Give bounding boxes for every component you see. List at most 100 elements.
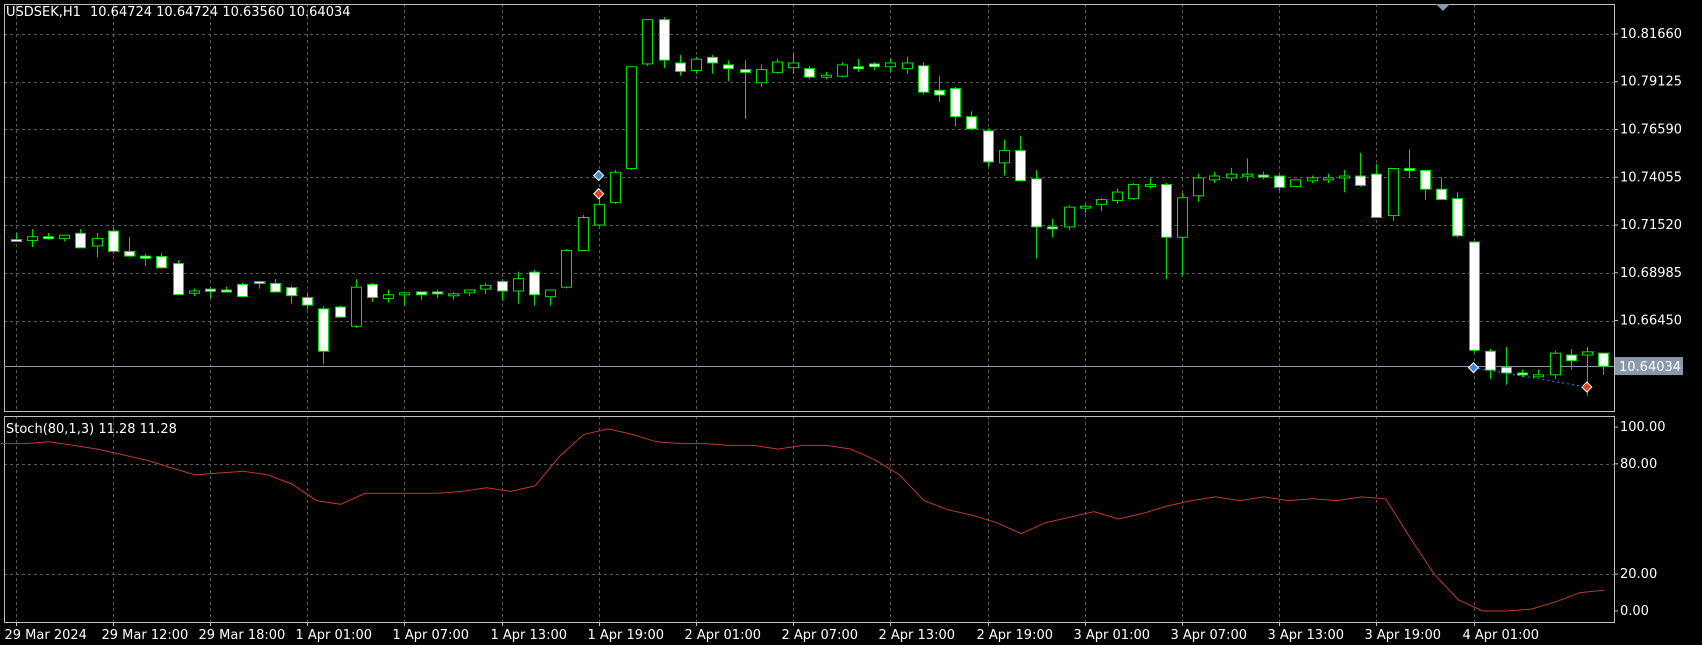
- ohlc-readout: 10.64724 10.64724 10.63560 10.64034: [90, 5, 351, 20]
- candle-body-bull: [578, 216, 589, 251]
- candle-body-bear: [740, 69, 751, 73]
- candle-body-bear: [675, 62, 686, 72]
- candle-body-bull: [513, 278, 524, 292]
- candle-body-bull: [1242, 173, 1253, 177]
- candle-body-bear: [1404, 167, 1415, 171]
- stoch-tick-label: 20.00: [1620, 567, 1657, 582]
- time-tick-label: 29 Mar 2024: [5, 628, 87, 643]
- candle-body-bull: [610, 171, 621, 203]
- candle-body-bear: [1501, 366, 1512, 374]
- candle-body-bull: [1177, 197, 1188, 238]
- price-tick-label: 10.79125: [1620, 75, 1682, 90]
- candle-body-bear: [11, 239, 22, 243]
- candle-body-bull: [399, 292, 410, 296]
- candle-body-bear: [286, 287, 297, 297]
- candle-body-bull: [1307, 177, 1318, 182]
- price-tick-label: 10.76590: [1620, 122, 1682, 137]
- trade-markers: [592, 169, 1593, 393]
- candle-body-bull: [626, 66, 637, 169]
- candle-body-bear: [1161, 184, 1172, 238]
- candle-body-bull: [1290, 179, 1301, 187]
- candle-body-bear: [140, 255, 151, 259]
- candle-body-bear: [124, 250, 135, 257]
- candle-body-bull: [383, 294, 394, 300]
- time-tick-label: 1 Apr 01:00: [296, 628, 373, 643]
- candle-body-bear: [43, 236, 54, 240]
- candle-body-bull: [1550, 352, 1561, 376]
- time-tick-label: 1 Apr 19:00: [588, 628, 665, 643]
- candle-body-bull: [999, 150, 1010, 164]
- candle-body-bear: [497, 281, 508, 292]
- candle-body-bull: [885, 62, 896, 68]
- candle-body-bull: [1388, 167, 1399, 217]
- candle-body-bear: [1355, 175, 1366, 186]
- candle-body-bull: [821, 74, 832, 78]
- candle-body-bear: [205, 288, 216, 292]
- candle-body-bear: [853, 66, 864, 70]
- candle-body-bear: [1598, 352, 1609, 367]
- candle-body-bull: [1226, 173, 1237, 179]
- candle-body-bear: [983, 130, 994, 163]
- symbol-timeframe-label: USDSEK,H1: [6, 5, 81, 20]
- candle-body-bear: [75, 232, 86, 249]
- time-tick-label: 4 Apr 01:00: [1463, 628, 1540, 643]
- time-axis[interactable]: 29 Mar 2024 29 Mar 12:00 29 Mar 18:00 1 Apr…: [5, 622, 1540, 643]
- candle-body-bear: [108, 230, 119, 252]
- candle-body-bull: [1112, 191, 1123, 202]
- candle-body-bull: [1080, 205, 1091, 209]
- candle-body-bear: [1258, 174, 1269, 178]
- candle-body-bear: [707, 56, 718, 64]
- price-axis[interactable]: 10.81660 10.79125 10.76590 10.74055 10.71520…: [1614, 27, 1683, 619]
- candle-body-bear: [1274, 175, 1285, 188]
- candle-body-bear: [1371, 173, 1382, 218]
- candle-body-bear: [1031, 178, 1042, 228]
- candle-body-bull: [772, 61, 783, 73]
- chart-shift-marker[interactable]: [1436, 4, 1450, 11]
- candle-body-bear: [1517, 372, 1528, 376]
- candle-body-bull: [1193, 177, 1204, 197]
- candle-body-bear: [367, 283, 378, 299]
- candle-body-bear: [804, 68, 815, 78]
- candle-body-bull: [351, 286, 362, 327]
- candle-body-bear: [918, 65, 929, 93]
- candle-body-bull: [1582, 351, 1593, 356]
- candle-body-bull: [448, 293, 459, 297]
- candle-body-bear: [1436, 188, 1447, 201]
- candle-body-bear: [1047, 226, 1058, 230]
- grid: [4, 4, 1614, 622]
- time-tick-label: 2 Apr 19:00: [977, 628, 1054, 643]
- candle-body-bear: [934, 89, 945, 96]
- candle-body-bear: [869, 63, 880, 68]
- candle-body-bear: [221, 289, 232, 293]
- candle-body-bear: [270, 282, 281, 293]
- candle-body-bull: [480, 284, 491, 290]
- sell-arrow-icon: [592, 188, 605, 200]
- stoch-tick-label: 100.00: [1620, 420, 1666, 435]
- chart-canvas: 10.81660 10.79125 10.76590 10.74055 10.71520…: [0, 4, 1683, 643]
- candle-body-bull: [788, 62, 799, 69]
- candle-body-bear: [1566, 354, 1577, 362]
- chart-window: 10.81660 10.79125 10.76590 10.74055 10.71520…: [0, 0, 1702, 645]
- candle-body-bear: [156, 255, 167, 269]
- time-tick-label: 2 Apr 13:00: [879, 628, 956, 643]
- candle-body-bull: [594, 203, 605, 226]
- pane-frames: [4, 4, 1615, 623]
- time-tick-label: 29 Mar 12:00: [102, 628, 189, 643]
- candle-body-bear: [966, 116, 977, 130]
- candle-body-bear: [318, 308, 329, 352]
- time-tick-label: 2 Apr 07:00: [782, 628, 859, 643]
- price-tick-label: 10.71520: [1620, 218, 1682, 233]
- time-tick-label: 3 Apr 01:00: [1074, 628, 1151, 643]
- candle-body-bull: [189, 290, 200, 294]
- candle-body-bull: [1145, 184, 1156, 188]
- time-tick-label: 29 Mar 18:00: [199, 628, 286, 643]
- price-tick-label: 10.66450: [1620, 314, 1682, 329]
- stochastic-label: Stoch(80,1,3) 11.28 11.28: [6, 422, 177, 437]
- candle-body-bear: [416, 291, 427, 296]
- candle-body-bear: [723, 64, 734, 70]
- candle-body-bear: [335, 306, 346, 318]
- time-tick-label: 1 Apr 13:00: [491, 628, 568, 643]
- stoch-tick-label: 80.00: [1620, 457, 1657, 472]
- current-price-label: 10.64034: [1619, 360, 1681, 375]
- candle-body-bear: [1469, 241, 1480, 351]
